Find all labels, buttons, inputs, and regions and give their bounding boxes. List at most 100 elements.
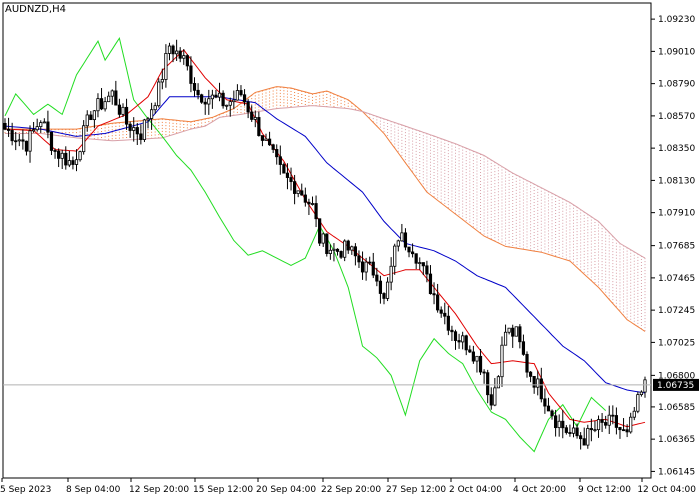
candle-bull (639, 391, 644, 396)
candle-bear (325, 233, 329, 254)
candle-bull (310, 203, 315, 205)
candle-bear (114, 90, 118, 106)
candle-bull (78, 151, 82, 161)
candle-bear (185, 55, 189, 67)
candle-bear (464, 335, 468, 351)
candle-bull (571, 427, 576, 434)
candle-bull (396, 240, 400, 247)
candle-bear (407, 246, 411, 253)
candle-bear (135, 127, 139, 135)
candle-bear (3, 122, 7, 130)
candle-bull (536, 378, 540, 388)
candle-bull (121, 106, 125, 115)
candle-bull (167, 45, 172, 54)
x-tick-label: 20 Sep 04:00 (256, 485, 316, 495)
x-tick-label: 4 Oct 20:00 (513, 485, 566, 495)
candle-bear (293, 181, 297, 194)
candle-bull (514, 326, 518, 337)
candle-bear (57, 150, 61, 159)
chart: 1.09230 1.09010 1.08790 1.08570 1.08350 1.081… (0, 0, 700, 500)
candle-bear (24, 140, 29, 152)
candle-bull (586, 428, 590, 446)
candle-bull (418, 262, 422, 264)
y-axis: 1.09230 1.09010 1.08790 1.08570 1.08350 1.081… (651, 15, 699, 477)
candle-bear (471, 351, 475, 362)
candle-bear (421, 262, 425, 267)
x-tick-label: 12 Sep 20:00 (129, 485, 189, 495)
candle-bear (289, 177, 293, 183)
candle-bull (35, 126, 39, 131)
candle-bear (614, 415, 618, 428)
chart-title: AUDNZD,H4 (5, 4, 66, 15)
candle-bull (350, 246, 354, 251)
candle-bear (564, 427, 568, 433)
candle-bull (175, 50, 179, 55)
candle-bear (271, 144, 275, 150)
candle-bear (242, 94, 247, 103)
candle-bear (450, 329, 454, 333)
candle-bear (99, 98, 104, 110)
candle-bear (21, 139, 25, 142)
x-tick-label: 22 Sep 20:00 (321, 485, 381, 495)
candle-bull (146, 118, 150, 121)
y-tick-label: 1.07910 (658, 209, 695, 219)
candle-bull (557, 420, 561, 429)
candle-bull (332, 248, 336, 251)
candle-bear (410, 251, 415, 255)
x-tick-label: 9 Oct 12:00 (578, 485, 631, 495)
candle-bear (346, 240, 350, 251)
candle-bull (493, 387, 497, 406)
candle-bull (632, 410, 636, 418)
candle-bull (217, 92, 222, 98)
y-tick-label: 1.08130 (658, 176, 695, 186)
candle-bear (478, 355, 483, 373)
candle-bull (110, 90, 114, 97)
y-tick-label: 1.06585 (658, 403, 695, 413)
candle-bear (214, 94, 218, 98)
candle-bear (260, 135, 265, 141)
x-tick-label: 8 Sep 04:00 (66, 485, 121, 495)
candle-bear (621, 429, 626, 432)
candle-bear (532, 375, 536, 388)
candle-bear (382, 293, 386, 299)
candle-bear (371, 261, 375, 276)
candle-bear (275, 149, 279, 158)
candle-bear (414, 253, 418, 264)
candle-bear (339, 251, 343, 258)
y-tick-label: 1.07685 (658, 242, 695, 252)
candle-bear (604, 422, 608, 426)
candle-bear (453, 331, 458, 341)
candle-bear (582, 438, 586, 446)
candle-bear (618, 427, 622, 431)
candle-bear (360, 261, 365, 273)
candle-bull (500, 344, 504, 378)
candle-bear (314, 203, 318, 220)
candle-bear (443, 312, 447, 317)
candle-bear (200, 94, 204, 103)
candle-bear (257, 117, 261, 136)
candle-bull (296, 190, 300, 194)
candle-bull (343, 240, 347, 258)
candle-bear (543, 398, 547, 407)
candle-bear (250, 111, 254, 120)
candle-bear (568, 432, 572, 434)
candle-bear (575, 427, 579, 437)
candle-bear (403, 232, 408, 248)
candle-bear (278, 156, 282, 165)
candle-bear (64, 152, 68, 166)
candle-bull (503, 331, 508, 346)
candle-bear (439, 309, 443, 314)
candle-bear (378, 280, 383, 294)
candle-bear (318, 218, 322, 244)
candle-bull (461, 335, 465, 343)
candle-bull (636, 394, 640, 412)
candle-bull (210, 94, 214, 100)
candle-bear (300, 190, 304, 196)
x-tick-label: 27 Sep 12:00 (386, 485, 446, 495)
candle-bear (46, 121, 50, 133)
candle-bull (385, 281, 390, 299)
candle-bull (228, 101, 232, 106)
candle-bull (232, 99, 236, 103)
candle-bear (303, 194, 307, 203)
x-tick-label: 12 Oct 04:00 (637, 485, 696, 495)
